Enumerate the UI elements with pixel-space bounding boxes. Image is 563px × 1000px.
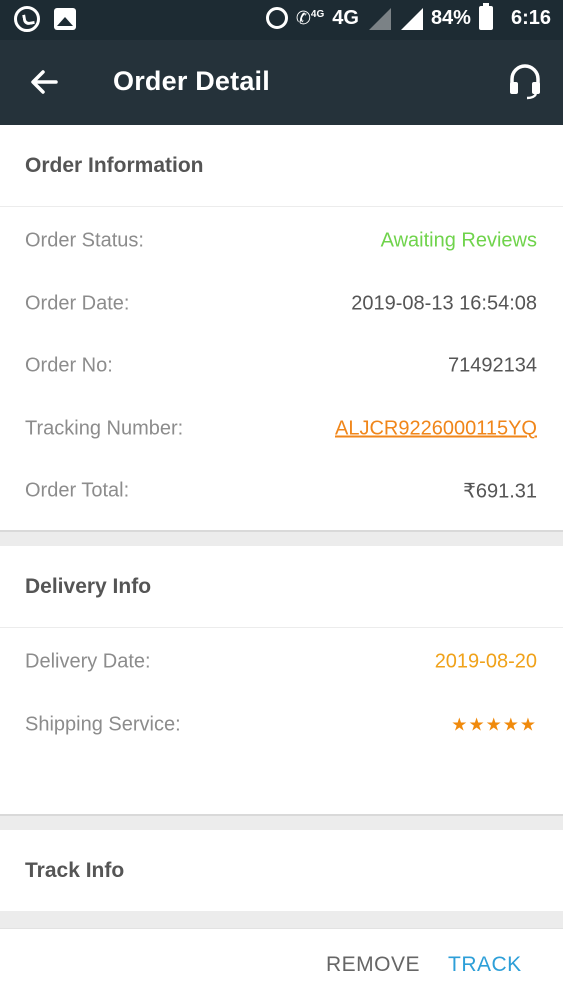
tracking-number-row: Tracking Number: ALJCR9226000115YQ xyxy=(0,398,563,461)
delivery-date-value: 2019-08-20 xyxy=(434,650,537,673)
order-no-value: 71492134 xyxy=(448,354,537,377)
track-button[interactable]: TRACK xyxy=(448,953,522,977)
clock: 6:16 xyxy=(510,6,551,29)
order-information-card: Order Information Order Status: Awaiting… xyxy=(0,125,563,532)
signal-icon-2 xyxy=(399,6,423,30)
order-status-value: Awaiting Reviews xyxy=(380,229,537,252)
order-total-label: Order Total: xyxy=(25,479,130,502)
order-status-row: Order Status: Awaiting Reviews xyxy=(0,210,563,273)
shipping-service-label: Shipping Service: xyxy=(25,713,181,736)
bottom-action-bar: REMOVE TRACK xyxy=(0,928,563,1000)
track-info-title: Track Info xyxy=(25,859,125,882)
order-date-label: Order Date: xyxy=(25,292,130,315)
battery-icon xyxy=(478,3,493,30)
shipping-service-row: Shipping Service: ★★★★★ xyxy=(0,694,563,757)
order-total-value: ₹691.31 xyxy=(463,480,537,503)
wifi-call-icon: ✆4G xyxy=(295,7,325,28)
star-icon: ★ xyxy=(502,714,520,735)
status-bar: ✆4G 4G 84% 6:16 xyxy=(0,0,563,40)
signal-icon xyxy=(367,6,391,30)
delivery-info-title: Delivery Info xyxy=(0,546,563,628)
delivery-date-label: Delivery Date: xyxy=(25,650,151,673)
order-date-value: 2019-08-13 16:54:08 xyxy=(351,292,537,315)
order-total-row: Order Total: ₹691.31 xyxy=(0,460,563,523)
order-no-label: Order No: xyxy=(25,354,113,377)
order-information-title: Order Information xyxy=(0,125,563,207)
tracking-number-label: Tracking Number: xyxy=(25,417,184,440)
app-bar: Order Detail xyxy=(0,40,563,125)
star-rating: ★★★★★ xyxy=(451,714,537,735)
battery-percent: 84% xyxy=(430,6,471,29)
headset-icon[interactable] xyxy=(507,62,543,100)
star-icon: ★ xyxy=(519,714,537,735)
star-icon: ★ xyxy=(468,714,486,735)
track-info-card: Track Info xyxy=(0,830,563,912)
gallery-icon xyxy=(54,8,76,30)
network-type: 4G xyxy=(332,6,359,29)
star-icon: ★ xyxy=(485,714,503,735)
page-title: Order Detail xyxy=(113,66,270,96)
order-no-row: Order No: 71492134 xyxy=(0,335,563,398)
alarm-icon xyxy=(265,7,288,29)
delivery-date-row: Delivery Date: 2019-08-20 xyxy=(0,631,563,694)
delivery-info-card: Delivery Info Delivery Date: 2019-08-20 … xyxy=(0,546,563,816)
whatsapp-icon xyxy=(14,6,40,32)
tracking-number-link[interactable]: ALJCR9226000115YQ xyxy=(335,417,537,440)
order-status-label: Order Status: xyxy=(25,229,144,252)
star-icon: ★ xyxy=(451,714,469,735)
order-date-row: Order Date: 2019-08-13 16:54:08 xyxy=(0,273,563,336)
arrow-left-icon[interactable] xyxy=(28,66,60,98)
remove-button[interactable]: REMOVE xyxy=(326,953,420,977)
